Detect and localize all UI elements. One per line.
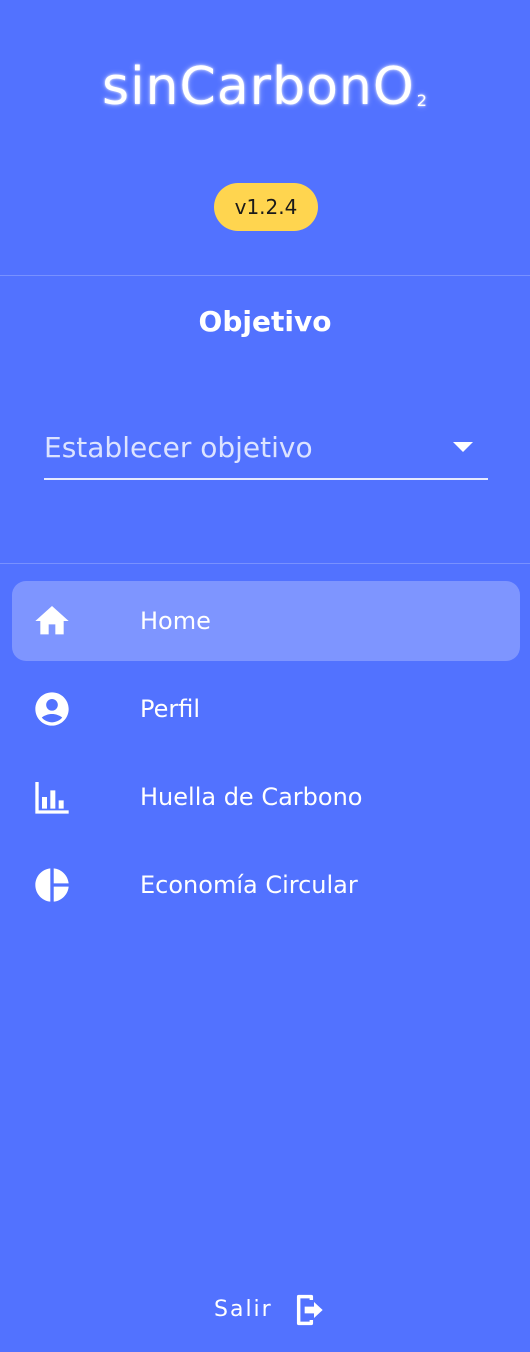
nav-item-economia-circular[interactable]: Economía Circular [12, 845, 520, 925]
goal-section-title: Objetivo [198, 305, 332, 338]
divider [0, 275, 530, 276]
nav-menu: Home Perfil Huella de Carbono Economía C… [12, 581, 520, 933]
logout-label: Salir [214, 1297, 273, 1322]
dropdown-arrow-icon [453, 442, 473, 452]
logout-button[interactable]: Salir [214, 1290, 334, 1330]
bar-chart-icon [32, 777, 72, 817]
nav-item-huella-de-carbono[interactable]: Huella de Carbono [12, 757, 520, 837]
nav-item-home[interactable]: Home [12, 581, 520, 661]
divider [0, 563, 530, 564]
goal-select[interactable]: Establecer objetivo [44, 420, 488, 480]
nav-item-label: Huella de Carbono [140, 783, 363, 811]
nav-item-label: Economía Circular [140, 871, 358, 899]
logo-text: sinCarbonO [102, 57, 415, 117]
logout-icon [294, 1292, 326, 1328]
home-icon [32, 601, 72, 641]
pie-chart-icon [32, 865, 72, 905]
version-badge: v1.2.4 [214, 183, 318, 231]
navigation-drawer: sinCarbonO 2 v1.2.4 Objetivo Establecer o… [0, 0, 530, 1352]
nav-item-label: Home [140, 607, 211, 635]
account-circle-icon [32, 689, 72, 729]
app-logo: sinCarbonO 2 [0, 55, 530, 119]
nav-item-perfil[interactable]: Perfil [12, 669, 520, 749]
logo-subscript: 2 [416, 91, 428, 110]
nav-item-label: Perfil [140, 695, 201, 723]
goal-select-placeholder: Establecer objetivo [44, 431, 313, 464]
